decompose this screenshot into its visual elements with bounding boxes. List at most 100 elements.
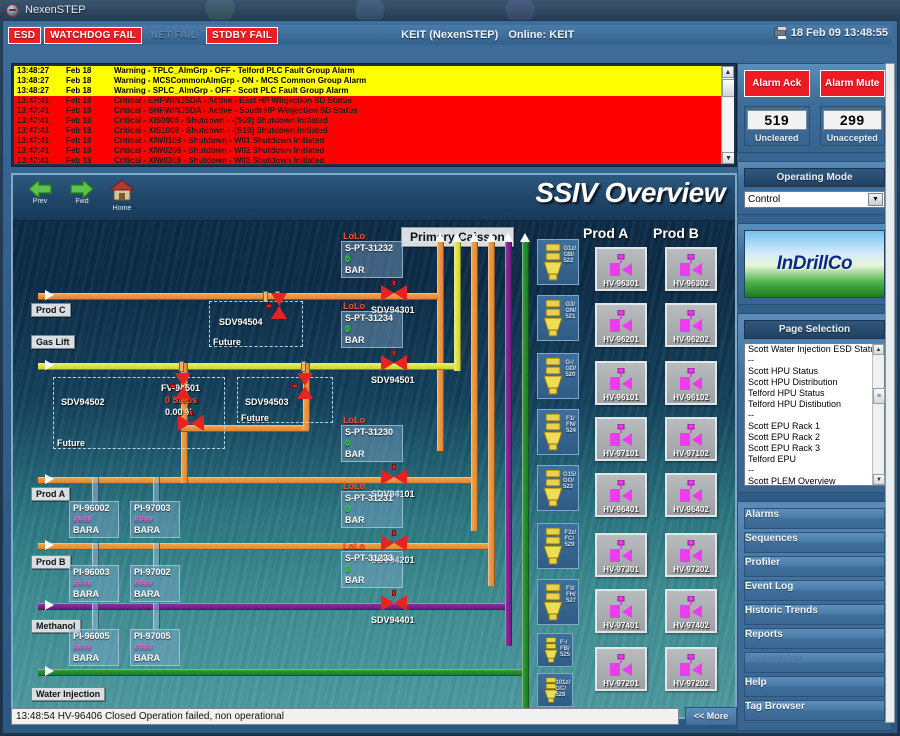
valve-sdv94301[interactable] — [381, 280, 407, 301]
alarm-mute-button[interactable]: Alarm Mute — [819, 70, 885, 97]
alarm-list[interactable]: 13:48:27 Feb 18 Warning - TPLC_AlmGrp - OF… — [14, 66, 734, 164]
scroll-up-icon[interactable]: ▲ — [722, 66, 734, 78]
page-list-item[interactable]: Scott EPU Rack 3 — [745, 443, 884, 454]
more-button[interactable]: << More — [685, 706, 737, 726]
scroll-thumb[interactable] — [722, 79, 734, 97]
hv-valve-tile[interactable]: HV-96102 — [665, 361, 717, 405]
valve-sdv94501[interactable] — [381, 350, 407, 371]
alarm-row[interactable]: 13:47:41 Feb 18 Critical - XIW0108 - Shutd… — [14, 136, 734, 146]
actuator-tile-1[interactable]: G3/GN/521 — [537, 295, 579, 341]
valve-sdv94201[interactable] — [381, 530, 407, 551]
alarm-row[interactable]: 13:47:41 Feb 18 Critical - XIS0908 - Shutd… — [14, 116, 734, 126]
valve-sdv94502[interactable] — [170, 373, 191, 399]
hv-valve-tile[interactable]: HV-97102 — [665, 417, 717, 461]
alarm-row[interactable]: 13:48:27 Feb 18 Warning - TPLC_AlmGrp - OF… — [14, 66, 734, 76]
hv-valve-tile[interactable]: HV-96202 — [665, 303, 717, 347]
actuator-tile-4[interactable]: G15/GO/523 — [537, 465, 579, 511]
hv-valve-tile[interactable]: HV-96401 — [595, 473, 647, 517]
actuator-tile-0[interactable]: G1z/GB/522 — [537, 239, 579, 285]
page-list-item[interactable]: Telford HPU Status — [745, 388, 884, 399]
page-list-item[interactable]: Telford EPU — [745, 454, 884, 465]
nav-button-tag-browser[interactable]: Tag Browser — [744, 700, 885, 721]
nav-button-alarms[interactable]: Alarms — [744, 508, 885, 529]
alarm-row[interactable]: 13:47:41 Feb 18 Critical - XIS1008 - Shutd… — [14, 126, 734, 136]
scroll-up-icon[interactable]: ▲ — [873, 344, 884, 355]
valve-fv94501[interactable] — [178, 410, 204, 431]
hv-valve-tile[interactable]: HV-96101 — [595, 361, 647, 405]
nav-button-historic-trends[interactable]: Historic Trends — [744, 604, 885, 625]
valve-sdv94504[interactable] — [266, 293, 287, 319]
valve-sdv94503[interactable] — [292, 373, 313, 399]
actuator-tile-3[interactable]: F1/FN/524 — [537, 409, 579, 455]
nav-button-event-log[interactable]: Event Log — [744, 580, 885, 601]
status-badge-stdby-fail[interactable]: STDBY FAIL — [205, 26, 279, 44]
pt-box-3[interactable]: S-PT-31231 0 BAR — [341, 491, 403, 528]
actuator-tile-7[interactable]: F-/FB/525 — [537, 633, 573, 667]
hv-valve-tile[interactable]: HV-97402 — [665, 589, 717, 633]
pi-box-0[interactable]: PI-96002 #### BARA — [69, 501, 119, 538]
page-list-item[interactable]: Scott PLEM Overview — [745, 476, 884, 485]
status-badge-esd[interactable]: ESD — [8, 26, 42, 44]
page-list-item[interactable]: Scott HPU Status — [745, 366, 884, 377]
actuator-tile-6[interactable]: F3/FH/527 — [537, 579, 579, 625]
pt-box-2[interactable]: S-PT-31230 0 BAR — [341, 425, 403, 462]
actuator-tile-2[interactable]: G-/GD/520 — [537, 353, 579, 399]
pt-box-4[interactable]: S-PT-31233 0 BAR — [341, 551, 403, 588]
hv-valve-tile[interactable]: HV-97201 — [595, 647, 647, 691]
prev-button[interactable]: Prev — [21, 178, 59, 205]
alarm-row[interactable]: 13:47:41 Feb 18 Critical - XIW0208 - Shutd… — [14, 146, 734, 156]
pt-box-1[interactable]: S-PT-31234 0 BAR — [341, 311, 403, 348]
hv-valve-tile[interactable]: HV-96201 — [595, 303, 647, 347]
scroll-down-icon[interactable]: ▼ — [873, 474, 885, 485]
alarm-row[interactable]: 13:47:41 Feb 18 Critical - EHPWINJSDA - Ac… — [14, 96, 734, 106]
pi-box-1[interactable]: PI-97003 #### BARA — [130, 501, 180, 538]
chevron-down-icon[interactable]: ▼ — [868, 193, 883, 206]
forward-button[interactable]: Fwd — [63, 178, 101, 205]
page-selection-list[interactable]: Scott Water Injection ESD Status -- Scott … — [744, 343, 885, 486]
hv-valve-tile[interactable]: HV-96302 — [665, 247, 717, 291]
valve-sdv94401[interactable] — [381, 590, 407, 611]
app-scrollbar[interactable] — [885, 63, 895, 723]
scroll-thumb[interactable]: ≡ — [873, 388, 885, 404]
alarm-ack-button[interactable]: Alarm Ack — [744, 70, 810, 97]
actuator-tile-8[interactable]: 101z/GC/528 — [537, 673, 573, 707]
hv-valve-tile[interactable]: HV-97202 — [665, 647, 717, 691]
page-list-item[interactable]: -- — [745, 355, 884, 366]
page-list-item[interactable]: Scott Water Injection ESD Status — [745, 344, 884, 355]
nav-button-sequences[interactable]: Sequences — [744, 532, 885, 553]
alarm-row[interactable]: 13:48:27 Feb 18 Warning - SPLC_AlmGrp - OF… — [14, 86, 734, 96]
alarm-row[interactable]: 13:48:27 Feb 18 Warning - MCSCommonAlmGrp … — [14, 76, 734, 86]
pi-box-3[interactable]: PI-97002 #### BARA — [130, 565, 180, 602]
page-list-scrollbar[interactable]: ▲ ≡ ▼ — [872, 344, 885, 485]
pt-box-0[interactable]: S-PT-31232 0 BAR — [341, 241, 403, 278]
hv-valve-tile[interactable]: HV-96301 — [595, 247, 647, 291]
pi-box-2[interactable]: PI-96003 #### BARA — [69, 565, 119, 602]
hv-valve-tile[interactable]: HV-97301 — [595, 533, 647, 577]
nav-button-profiler[interactable]: Profiler — [744, 556, 885, 577]
hv-valve-tile[interactable]: HV-96402 — [665, 473, 717, 517]
valve-sdv94101[interactable] — [381, 464, 407, 485]
status-badge-net-fail[interactable]: NET FAIL — [145, 27, 203, 44]
hv-valve-tile[interactable]: HV-97401 — [595, 589, 647, 633]
page-list-item[interactable]: -- — [745, 465, 884, 476]
operating-mode-select[interactable]: Control ▼ — [744, 191, 885, 208]
scroll-down-icon[interactable]: ▼ — [722, 152, 734, 164]
pi-box-4[interactable]: PI-96005 #### BARA — [69, 629, 119, 666]
nav-button-help[interactable]: Help — [744, 676, 885, 697]
status-badge-watchdog-fail[interactable]: WATCHDOG FAIL — [44, 26, 142, 44]
alarm-row[interactable]: 13:47:41 Feb 18 Critical - XIW0308 - Shutd… — [14, 156, 734, 164]
pi-box-5[interactable]: PI-97005 #### BARA — [130, 629, 180, 666]
page-list-item[interactable]: Scott EPU Rack 2 — [745, 432, 884, 443]
page-list-item[interactable]: Scott EPU Rack 1 — [745, 421, 884, 432]
actuator-tile-5[interactable]: F3z/FC/529 — [537, 523, 579, 569]
nav-button-reports[interactable]: Reports — [744, 628, 885, 649]
status-message[interactable]: 13:48:54 HV-96406 Closed Operation faile… — [11, 707, 679, 725]
page-list-item[interactable]: -- — [745, 410, 884, 421]
home-button[interactable]: Home — [103, 178, 141, 212]
hv-valve-tile[interactable]: HV-97101 — [595, 417, 647, 461]
alarm-list-scrollbar[interactable]: ▲ ▼ — [721, 66, 734, 164]
page-list-item[interactable]: Telford HPU Distibution — [745, 399, 884, 410]
alarm-row[interactable]: 13:47:41 Feb 18 Critical - SHPWINJSDA - Ac… — [14, 106, 734, 116]
hv-valve-tile[interactable]: HV-97302 — [665, 533, 717, 577]
page-list-item[interactable]: Scott HPU Distribution — [745, 377, 884, 388]
